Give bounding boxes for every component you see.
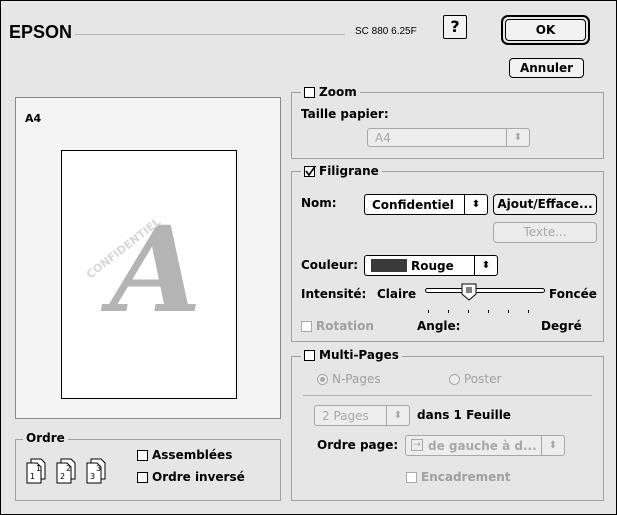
zoom-title: Zoom [319,85,357,99]
intensity-slider-thumb[interactable] [461,283,477,301]
multipage-checkbox[interactable] [304,349,315,361]
watermark-color-select[interactable]: Rouge ⬍ [364,255,498,276]
watermark-checkbox[interactable] [304,165,316,177]
border-label: Encadrement [421,470,511,484]
order-title: Ordre [23,431,68,445]
collate-label: Assemblées [152,448,233,462]
updown-arrows-icon: ⬍ [541,436,564,455]
degree-label: Degré [541,319,582,333]
add-remove-button[interactable]: Ajout/Efface... [493,194,597,215]
rotation-label: Rotation [316,319,374,333]
ok-button[interactable]: OK [505,19,586,41]
collated-pages-icon: 11 22 33 [23,453,111,484]
paper-size-value: A4 [375,131,391,145]
updown-arrows-icon: ⬍ [474,256,497,275]
collate-checkbox[interactable] [137,449,148,461]
help-button[interactable]: ? [443,15,467,39]
watermark-checkbox-row[interactable]: Filigrane [301,164,382,178]
watermark-name-value: Confidentiel [372,198,454,212]
svg-text:3: 3 [96,464,101,473]
poster-radio[interactable] [449,373,460,385]
poster-label: Poster [464,372,502,386]
preview-paper-label: A4 [25,112,42,125]
intensity-slider-track [425,288,545,293]
text-button[interactable]: Texte... [493,222,597,243]
per-sheet-label: dans 1 Feuille [417,408,511,422]
color-swatch [371,259,407,272]
multipage-divider [303,395,592,396]
paper-size-label: Taille papier: [301,107,389,121]
pages-select[interactable]: 2 Pages ⬍ [314,405,410,426]
rotation-checkbox[interactable] [301,320,312,332]
zoom-checkbox[interactable] [304,86,315,98]
intensity-slider-ticks [425,299,545,313]
pages-value: 2 Pages [322,409,369,423]
npages-radio[interactable] [317,373,328,385]
border-checkbox[interactable] [406,471,417,483]
header-rule [75,34,345,35]
watermark-name-select[interactable]: Confidentiel ⬍ [364,194,488,215]
svg-text:2: 2 [66,464,71,473]
npages-label: N-Pages [332,372,381,386]
rotation-checkbox-row[interactable]: Rotation [301,319,374,333]
svg-text:3: 3 [90,472,95,481]
collate-checkbox-row[interactable]: Assemblées [137,448,232,462]
svg-text:1: 1 [36,464,41,473]
watermark-title: Filigrane [319,164,379,178]
preview-page: A CONFIDENTIEL [61,150,237,399]
updown-arrows-icon: ⬍ [464,195,487,214]
paper-size-select[interactable]: A4 ⬍ [367,128,530,147]
intensity-dark-label: Foncée [549,287,597,301]
multipage-checkbox-row[interactable]: Multi-Pages [301,348,402,362]
watermark-name-label: Nom: [301,196,337,210]
reverse-order-checkbox-row[interactable]: Ordre inversé [137,470,245,484]
updown-arrows-icon: ⬍ [386,406,409,425]
zoom-checkbox-row[interactable]: Zoom [301,85,360,99]
svg-text:1: 1 [30,472,35,481]
updown-arrows-icon: ⬍ [506,129,529,146]
page-order-select[interactable]: → de gauche à d... ⬍ [405,435,565,456]
intensity-label: Intensité: [301,287,367,301]
border-checkbox-row[interactable]: Encadrement [406,470,511,484]
page-order-label: Ordre page: [317,438,399,452]
right-arrow-icon: → [411,439,423,451]
reverse-order-label: Ordre inversé [152,470,245,484]
page-order-value: de gauche à d... [428,439,537,453]
poster-radio-row[interactable]: Poster [449,372,501,386]
print-layout-dialog: EPSON SC 880 6.25F ? OK Annuler A4 A CON… [0,0,617,515]
zoom-group [291,92,604,159]
watermark-color-label: Couleur: [301,258,359,272]
svg-text:2: 2 [60,472,65,481]
angle-label: Angle: [417,319,461,333]
printer-model: SC 880 6.25F [355,26,417,37]
npages-radio-row[interactable]: N-Pages [317,372,381,386]
brand-logo: EPSON [9,22,73,42]
intensity-light-label: Claire [377,287,417,301]
multipage-title: Multi-Pages [319,348,399,362]
cancel-button[interactable]: Annuler [509,58,584,78]
watermark-color-value: Rouge [411,259,454,273]
reverse-order-checkbox[interactable] [137,471,148,483]
intensity-slider[interactable] [425,283,545,313]
